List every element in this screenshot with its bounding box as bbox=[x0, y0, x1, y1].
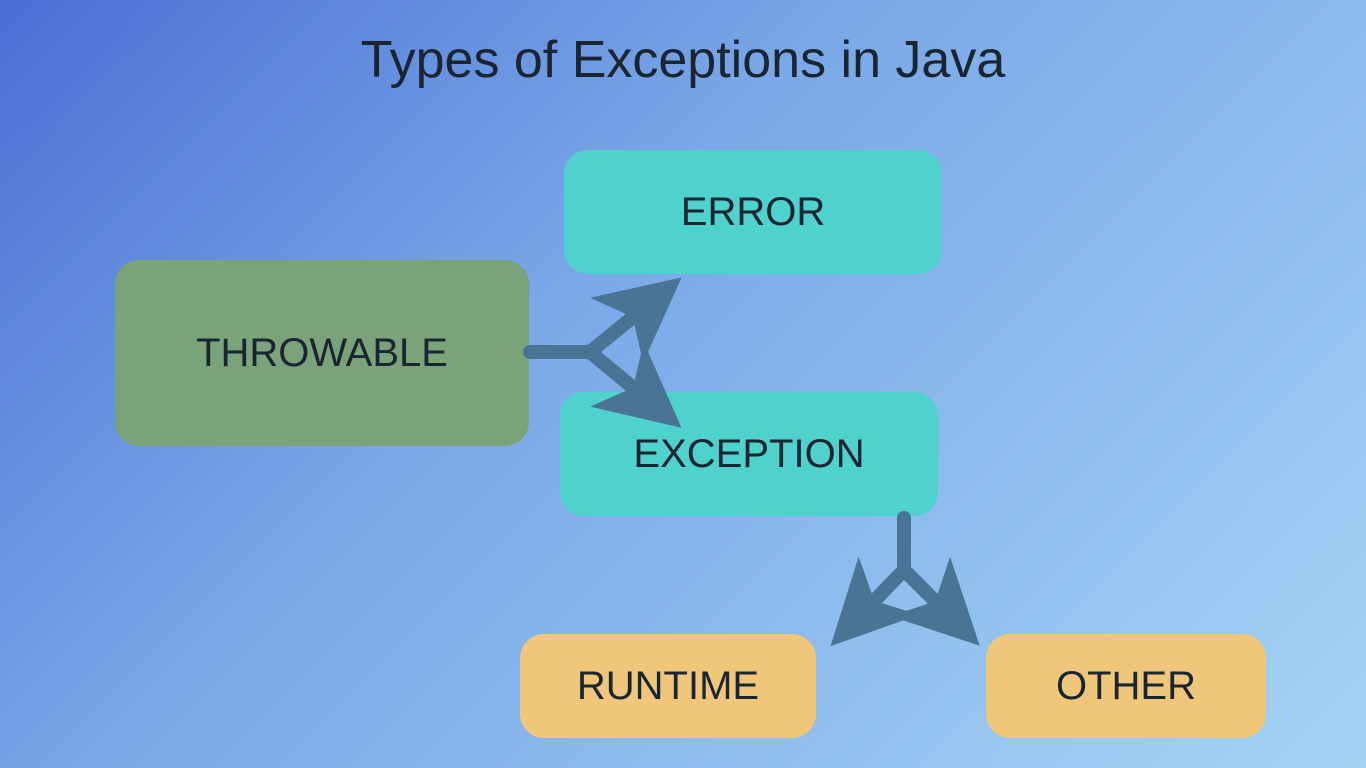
node-runtime: RUNTIME bbox=[520, 634, 816, 738]
diagram-title: Types of Exceptions in Java bbox=[0, 30, 1366, 90]
node-other: OTHER bbox=[986, 634, 1266, 738]
node-throwable: THROWABLE bbox=[115, 260, 529, 446]
node-exception: EXCEPTION bbox=[560, 392, 938, 516]
node-error: ERROR bbox=[564, 150, 942, 274]
